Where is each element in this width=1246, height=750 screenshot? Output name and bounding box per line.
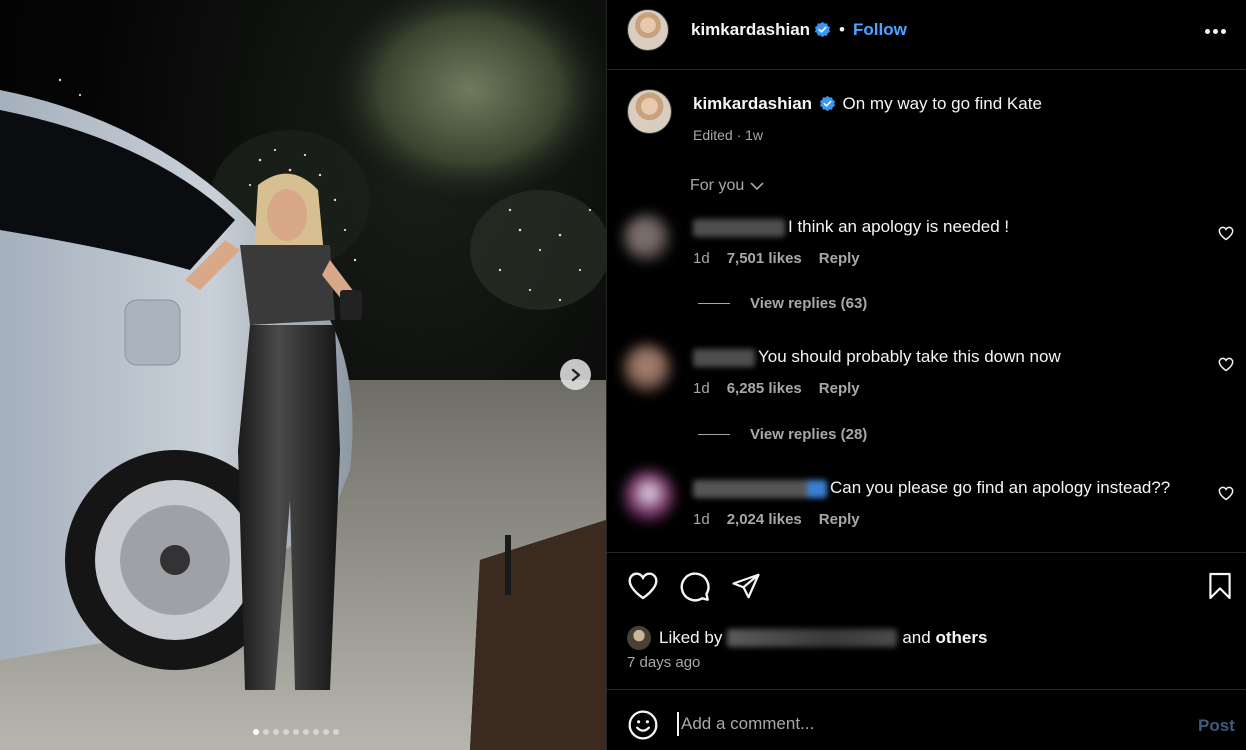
comment-icon[interactable] <box>679 571 711 603</box>
slide-dot <box>333 729 339 735</box>
slide-dot <box>293 729 299 735</box>
chevron-down-icon <box>750 182 764 190</box>
caption-meta: Edited · 1w <box>693 127 764 143</box>
next-slide-button[interactable] <box>560 359 591 390</box>
liked-by-label: Liked by <box>659 628 723 647</box>
slide-dot <box>313 729 319 735</box>
commenter-avatar[interactable] <box>623 344 671 392</box>
more-options-icon[interactable] <box>1205 22 1229 40</box>
slide-dot <box>263 729 269 735</box>
commenter-username-redacted[interactable] <box>693 218 785 237</box>
reply-button[interactable]: Reply <box>819 380 860 397</box>
view-replies-button[interactable]: View replies (63) <box>698 295 867 312</box>
post-media <box>0 0 606 750</box>
post-actions: Liked by and others 7 days ago <box>607 552 1246 689</box>
comment-time: 1d <box>693 250 710 267</box>
slide-dot <box>303 729 309 735</box>
replies-divider <box>698 434 730 435</box>
liker-avatar[interactable] <box>627 626 651 650</box>
post-timestamp: 7 days ago <box>627 654 701 671</box>
view-replies-label: View replies (28) <box>750 426 868 443</box>
caption-author-avatar[interactable] <box>627 89 672 134</box>
comment-likes[interactable]: 7,501 likes <box>727 250 802 267</box>
replies-divider <box>698 303 730 304</box>
author-username[interactable]: kimkardashian <box>691 20 810 40</box>
post-details-panel: kimkardashian • Follow kimkardashian On … <box>606 0 1246 750</box>
comment-body: Can you please go find an apology instea… <box>693 478 1170 498</box>
view-replies-label: View replies (63) <box>750 295 868 312</box>
liked-by-summary: Liked by and others <box>627 626 987 650</box>
post-caption: kimkardashian On my way to go find Kate <box>693 94 1042 115</box>
header-separator: • <box>839 20 845 39</box>
comment-meta: 1d 6,285 likes Reply <box>693 380 860 397</box>
emoji-icon[interactable] <box>627 709 659 741</box>
slide-dot <box>323 729 329 735</box>
comment-time: 1d <box>693 511 710 528</box>
slide-indicator <box>0 729 606 735</box>
comment-time: 1d <box>693 380 710 397</box>
chevron-right-icon <box>571 368 580 381</box>
share-icon[interactable] <box>731 571 761 601</box>
author-avatar[interactable] <box>627 9 669 51</box>
slide-dot <box>283 729 289 735</box>
comment-sort-dropdown[interactable]: For you <box>690 177 764 195</box>
comment-text: Can you please go find an apology instea… <box>830 478 1171 497</box>
verified-badge-icon <box>814 21 831 38</box>
verified-badge-icon <box>819 95 835 111</box>
slide-dot <box>273 729 279 735</box>
bookmark-icon[interactable] <box>1208 571 1232 601</box>
comment-body: You should probably take this down now <box>693 347 1061 367</box>
caption-text: On my way to go find Kate <box>842 94 1042 113</box>
post-comment-button[interactable]: Post <box>1198 716 1235 736</box>
follow-button[interactable]: Follow <box>853 20 907 40</box>
comment-body: I think an apology is needed ! <box>693 217 1009 237</box>
comment-meta: 1d 7,501 likes Reply <box>693 250 860 267</box>
reply-button[interactable]: Reply <box>819 511 860 528</box>
comment-text: You should probably take this down now <box>758 347 1061 366</box>
commenter-username-redacted[interactable] <box>693 479 827 498</box>
comment-like-heart-icon[interactable] <box>1218 226 1234 241</box>
view-replies-button[interactable]: View replies (28) <box>698 426 867 443</box>
reply-button[interactable]: Reply <box>819 250 860 267</box>
comment-meta: 1d 2,024 likes Reply <box>693 511 860 528</box>
liker-username-redacted[interactable] <box>727 629 898 647</box>
commenter-username-redacted[interactable] <box>693 348 755 367</box>
caption-username[interactable]: kimkardashian <box>693 94 812 113</box>
post-photo <box>0 0 606 750</box>
comment-likes[interactable]: 2,024 likes <box>727 511 802 528</box>
others-link[interactable]: others <box>935 628 987 648</box>
comment-input[interactable] <box>677 712 1177 736</box>
commenter-avatar[interactable] <box>623 470 675 522</box>
add-comment-bar: Post <box>607 689 1246 750</box>
commenter-avatar[interactable] <box>623 214 671 262</box>
post-header: kimkardashian • Follow <box>607 0 1246 70</box>
liked-and-label: and <box>902 628 931 647</box>
comment-text: I think an apology is needed ! <box>788 217 1010 236</box>
heart-icon[interactable] <box>627 571 659 601</box>
sort-label: For you <box>690 177 745 194</box>
comment-likes[interactable]: 6,285 likes <box>727 380 802 397</box>
slide-dot <box>253 729 259 735</box>
comment-like-heart-icon[interactable] <box>1218 357 1234 372</box>
comment-like-heart-icon[interactable] <box>1218 486 1234 501</box>
